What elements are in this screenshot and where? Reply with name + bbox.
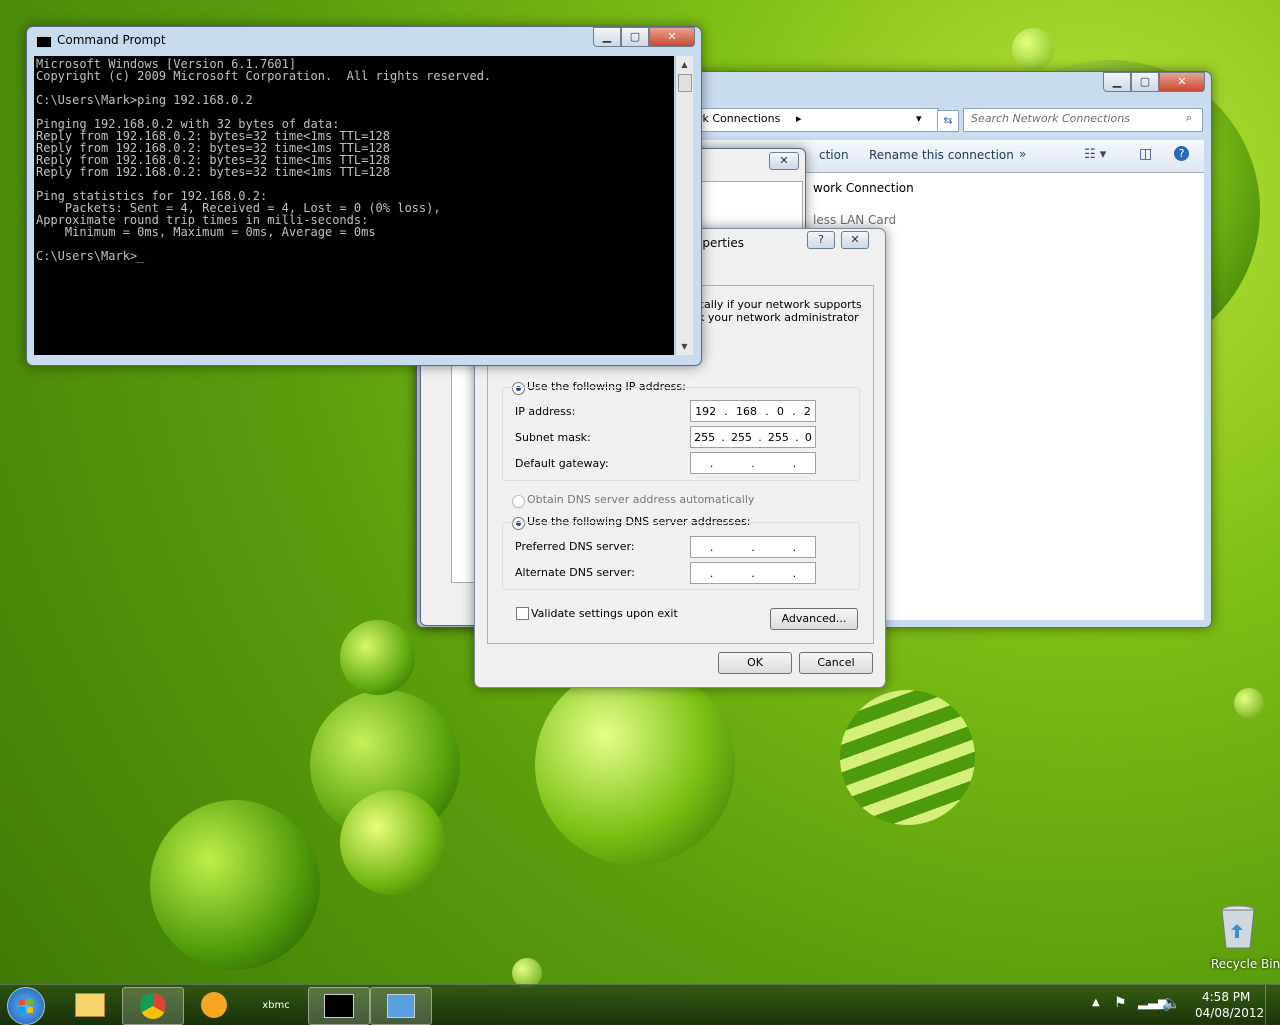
- wallpaper-bubble: [340, 620, 415, 695]
- console-output[interactable]: Microsoft Windows [Version 6.1.7601] Cop…: [34, 56, 674, 355]
- minimize-button[interactable]: ▁: [593, 27, 621, 47]
- command-partial[interactable]: ction: [819, 148, 849, 162]
- breadcrumb[interactable]: rk Connections: [698, 112, 780, 125]
- maximize-button[interactable]: ▢: [1131, 72, 1159, 92]
- ip-address-label: IP address:: [515, 405, 576, 418]
- default-gateway-label: Default gateway:: [515, 457, 609, 470]
- close-button[interactable]: ✕: [769, 152, 799, 170]
- vertical-scrollbar[interactable]: ▲ ▼: [675, 56, 693, 355]
- close-button[interactable]: ✕: [649, 27, 695, 47]
- console-text: Microsoft Windows [Version 6.1.7601] Cop…: [36, 57, 492, 263]
- dns-auto-label[interactable]: Obtain DNS server address automatically: [527, 493, 754, 506]
- close-button[interactable]: ✕: [841, 231, 869, 249]
- search-placeholder: Search Network Connections: [971, 112, 1130, 125]
- clock-time[interactable]: 4:58 PM: [1202, 990, 1250, 1004]
- action-center-icon[interactable]: ⚑: [1114, 995, 1127, 1011]
- recycle-bin-label[interactable]: Recycle Bin: [1211, 957, 1280, 971]
- alternate-dns-label: Alternate DNS server:: [515, 566, 635, 579]
- recycle-bin-icon[interactable]: [1216, 904, 1260, 950]
- preferred-dns-field[interactable]: ...: [690, 536, 816, 558]
- help-icon[interactable]: ?: [1174, 146, 1189, 161]
- refresh-icon[interactable]: ⇆: [937, 110, 959, 132]
- subnet-mask-field[interactable]: 255. 255. 255. 0: [690, 426, 816, 448]
- command-prompt-window: Command Prompt ▁ ▢ ✕ Microsoft Windows […: [26, 26, 702, 366]
- taskbar: xbmc ▲ ⚑ ▂▃▅ 🔈 4:58 PM 04/08/2012: [0, 984, 1280, 1025]
- search-input[interactable]: Search Network Connections ⌕: [963, 108, 1203, 132]
- preview-pane-icon[interactable]: ◫: [1139, 146, 1152, 162]
- cancel-button[interactable]: Cancel: [799, 652, 873, 674]
- ip-octet[interactable]: 0: [777, 405, 784, 418]
- fruity-loops-icon[interactable]: [184, 987, 244, 1023]
- command-prompt-taskbar-icon[interactable]: [308, 987, 370, 1025]
- explorer-folder-icon[interactable]: [60, 987, 120, 1023]
- mask-octet[interactable]: 255: [768, 431, 789, 444]
- view-options-icon[interactable]: ☷ ▾: [1084, 147, 1106, 162]
- dns-auto-radio[interactable]: [512, 495, 525, 508]
- connection-adapter: less LAN Card: [813, 213, 897, 227]
- close-button[interactable]: ✕: [1159, 72, 1205, 92]
- window-controls: ▁ ▢ ✕: [1103, 72, 1205, 92]
- window-controls: ▁ ▢ ✕: [593, 27, 695, 47]
- maximize-button[interactable]: ▢: [621, 27, 649, 47]
- network-control-panel-icon[interactable]: [370, 987, 432, 1025]
- wallpaper-bubble: [340, 790, 445, 895]
- chrome-icon[interactable]: [122, 987, 184, 1025]
- xbmc-icon[interactable]: xbmc: [246, 987, 306, 1023]
- wallpaper-bubble: [535, 665, 735, 865]
- alternate-dns-field[interactable]: ...: [690, 562, 816, 584]
- more-commands-button[interactable]: »: [1019, 147, 1026, 161]
- validate-label[interactable]: Validate settings upon exit: [531, 607, 678, 620]
- ip-address-field[interactable]: 192. 168. 0. 2: [690, 400, 816, 422]
- description-line-2: k your network administrator: [698, 311, 859, 324]
- show-hidden-icons[interactable]: ▲: [1092, 997, 1100, 1008]
- mask-octet[interactable]: 255: [731, 431, 752, 444]
- ip-octet[interactable]: 168: [736, 405, 757, 418]
- wallpaper-bubble: [840, 690, 975, 825]
- ok-button[interactable]: OK: [718, 652, 792, 674]
- rename-connection-button[interactable]: Rename this connection: [869, 148, 1014, 162]
- dialog-title: operties: [695, 236, 744, 250]
- wallpaper-bubble: [150, 800, 320, 970]
- ip-octet[interactable]: 2: [804, 405, 811, 418]
- default-gateway-field[interactable]: ...: [690, 452, 816, 474]
- mask-octet[interactable]: 0: [805, 431, 812, 444]
- search-icon[interactable]: ⌕: [1186, 111, 1192, 125]
- cmd-icon: [36, 36, 52, 48]
- subnet-mask-label: Subnet mask:: [515, 431, 591, 444]
- validate-checkbox[interactable]: [516, 607, 529, 620]
- scroll-down-arrow[interactable]: ▼: [676, 338, 693, 355]
- description-line-1: cally if your network supports: [698, 298, 862, 311]
- chevron-down-icon[interactable]: ▾: [916, 112, 922, 125]
- mask-octet[interactable]: 255: [694, 431, 715, 444]
- connection-name[interactable]: work Connection: [813, 181, 914, 195]
- scroll-thumb[interactable]: [678, 74, 692, 92]
- chevron-right-icon[interactable]: ▸: [796, 112, 802, 125]
- show-desktop-button[interactable]: [1265, 985, 1280, 1025]
- ip-octet[interactable]: 192: [695, 405, 716, 418]
- clock-date[interactable]: 04/08/2012: [1195, 1006, 1264, 1020]
- minimize-button[interactable]: ▁: [1103, 72, 1131, 92]
- wallpaper-bubble: [1234, 688, 1264, 718]
- advanced-button[interactable]: Advanced...: [770, 608, 858, 630]
- window-title: Command Prompt: [57, 33, 166, 47]
- help-button[interactable]: ?: [807, 231, 835, 249]
- scroll-up-arrow[interactable]: ▲: [676, 56, 693, 73]
- preferred-dns-label: Preferred DNS server:: [515, 540, 635, 553]
- start-button[interactable]: [7, 987, 45, 1025]
- volume-icon[interactable]: 🔈: [1162, 994, 1181, 1012]
- wallpaper-bubble: [1012, 28, 1054, 70]
